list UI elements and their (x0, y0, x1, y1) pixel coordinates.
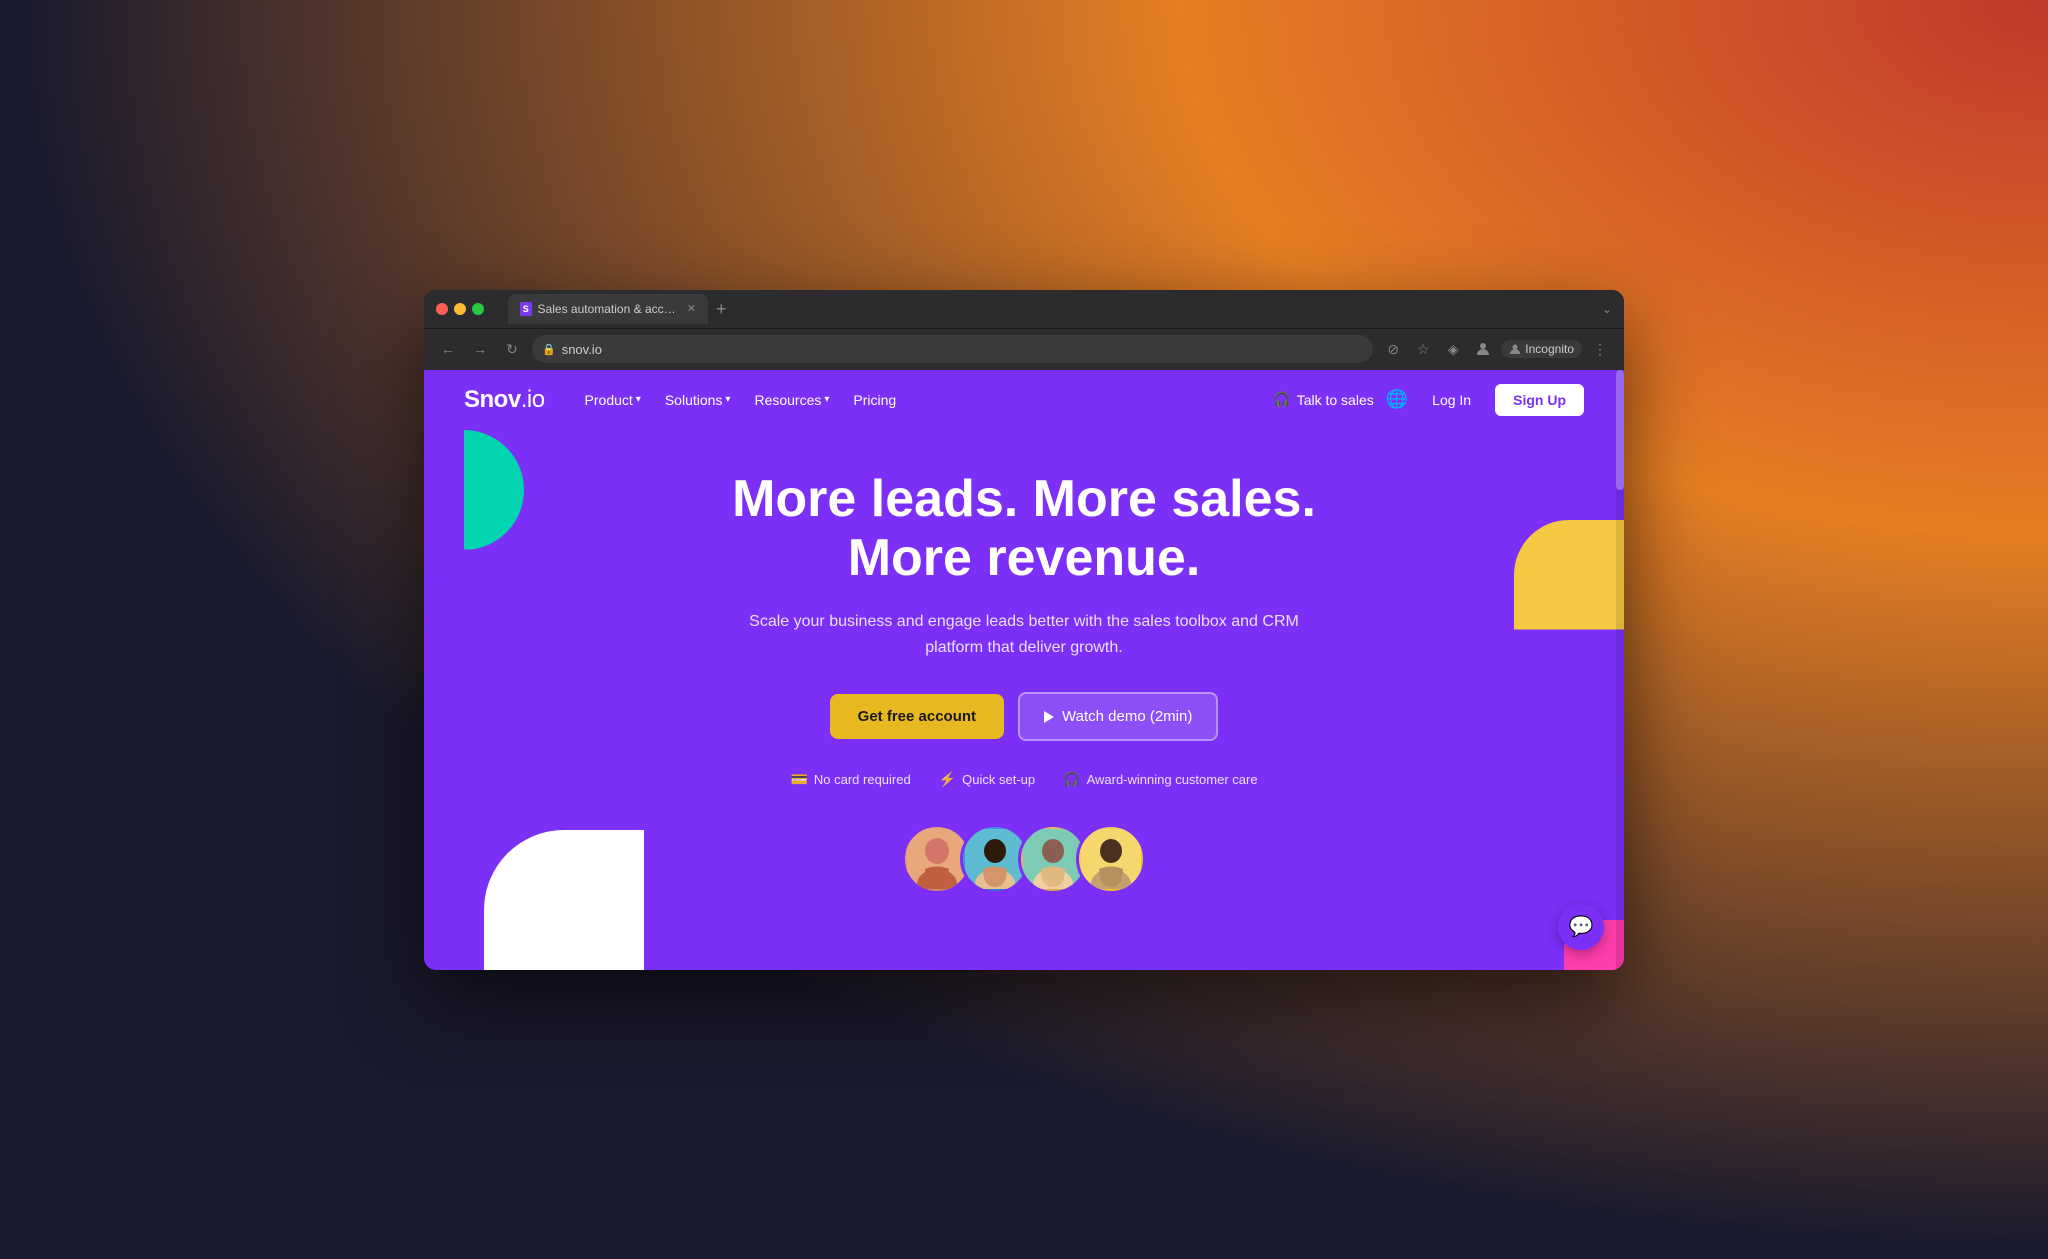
logo-light: .io (521, 386, 545, 413)
browser-tab[interactable]: S Sales automation & accelerati... ✕ (508, 294, 708, 324)
profile-icon[interactable] (1471, 337, 1495, 361)
forward-button[interactable]: → (468, 337, 492, 361)
card-icon: 💳 (790, 771, 807, 788)
website: Snov.io Product ▾ Solutions ▾ Resources … (424, 370, 1624, 970)
site-navigation: Snov.io Product ▾ Solutions ▾ Resources … (424, 370, 1624, 430)
setup-icon: ⚡ (939, 771, 956, 788)
nav-resources[interactable]: Resources ▾ (744, 386, 839, 414)
product-chevron: ▾ (636, 394, 641, 405)
feature-no-card: 💳 No card required (790, 771, 910, 788)
extension-icon[interactable]: ◈ (1441, 337, 1465, 361)
user-avatars (902, 824, 1146, 894)
cast-icon[interactable]: ⊘ (1381, 337, 1405, 361)
sign-up-button[interactable]: Sign Up (1495, 384, 1584, 416)
fullscreen-traffic-light[interactable] (472, 303, 484, 315)
incognito-badge: Incognito (1501, 340, 1582, 358)
tab-favicon: S (520, 302, 532, 316)
site-logo[interactable]: Snov.io (464, 386, 545, 414)
logo-bold: Snov (464, 386, 521, 413)
nav-items: Product ▾ Solutions ▾ Resources ▾ Pricin… (575, 386, 907, 414)
reload-button[interactable]: ↻ (500, 337, 524, 361)
log-in-button[interactable]: Log In (1420, 386, 1483, 414)
feature-quick-setup: ⚡ Quick set-up (939, 771, 1035, 788)
browser-window: S Sales automation & accelerati... ✕ + ⌄… (424, 290, 1624, 970)
hero-section: More leads. More sales. More revenue. Sc… (424, 430, 1624, 970)
headset-icon: 🎧 (1273, 391, 1290, 408)
tab-title: Sales automation & accelerati... (538, 302, 677, 316)
traffic-lights (436, 303, 484, 315)
hero-buttons: Get free account Watch demo (2min) (830, 692, 1219, 741)
page-content: Snov.io Product ▾ Solutions ▾ Resources … (424, 370, 1624, 970)
hero-features: 💳 No card required ⚡ Quick set-up 🎧 Awar… (790, 771, 1257, 788)
nav-right: 🎧 Talk to sales 🌐 Log In Sign Up (1273, 384, 1584, 416)
nav-product[interactable]: Product ▾ (575, 386, 651, 414)
incognito-label: Incognito (1525, 342, 1574, 356)
avatar-4 (1076, 824, 1146, 894)
language-selector[interactable]: 🌐 (1386, 389, 1408, 410)
new-tab-button[interactable]: + (712, 300, 731, 318)
feature-customer-care: 🎧 Award-winning customer care (1063, 771, 1257, 788)
tab-dropdown-icon[interactable]: ⌄ (1602, 302, 1612, 316)
browser-toolbar: ← → ↻ 🔒 snov.io ⊘ ☆ ◈ Incognito ⋮ (424, 328, 1624, 370)
nav-pricing[interactable]: Pricing (843, 386, 906, 414)
watch-demo-button[interactable]: Watch demo (2min) (1018, 692, 1218, 741)
toolbar-actions: ⊘ ☆ ◈ Incognito ⋮ (1381, 337, 1612, 361)
solutions-chevron: ▾ (725, 394, 730, 405)
hero-title: More leads. More sales. More revenue. (732, 470, 1316, 590)
lock-icon: 🔒 (542, 343, 556, 356)
chat-icon: 💬 (1569, 914, 1594, 939)
close-traffic-light[interactable] (436, 303, 448, 315)
play-icon (1044, 711, 1054, 723)
url-text: snov.io (562, 342, 602, 357)
menu-button[interactable]: ⋮ (1588, 337, 1612, 361)
talk-to-sales[interactable]: 🎧 Talk to sales (1273, 391, 1373, 408)
tab-close-button[interactable]: ✕ (687, 302, 696, 315)
care-icon: 🎧 (1063, 771, 1080, 788)
chat-bubble-button[interactable]: 💬 (1558, 904, 1604, 950)
hero-subtitle: Scale your business and engage leads bet… (744, 609, 1304, 660)
nav-solutions[interactable]: Solutions ▾ (655, 386, 741, 414)
bookmark-icon[interactable]: ☆ (1411, 337, 1435, 361)
address-bar[interactable]: 🔒 snov.io (532, 335, 1373, 363)
minimize-traffic-light[interactable] (454, 303, 466, 315)
tab-bar: S Sales automation & accelerati... ✕ + (508, 294, 1594, 324)
get-free-account-button[interactable]: Get free account (830, 694, 1004, 739)
back-button[interactable]: ← (436, 337, 460, 361)
resources-chevron: ▾ (824, 394, 829, 405)
browser-titlebar: S Sales automation & accelerati... ✕ + ⌄ (424, 290, 1624, 328)
